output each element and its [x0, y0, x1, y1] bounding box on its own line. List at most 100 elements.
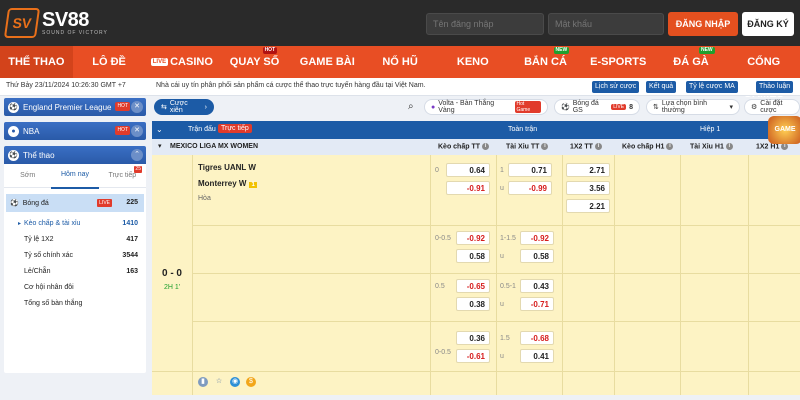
- sidebar-league-epl[interactable]: ⚽ England Premier League HOT ✕: [4, 98, 146, 116]
- info-icon: i: [666, 143, 674, 150]
- basketball-icon: ●: [8, 125, 19, 137]
- odds-cell[interactable]: -0.65: [456, 279, 490, 293]
- card-badge: 1: [249, 182, 257, 188]
- market-item[interactable]: Cơ hội nhân đôi: [4, 279, 146, 295]
- discussion-button[interactable]: Thảo luận: [756, 81, 794, 93]
- info-icon: i: [781, 143, 789, 150]
- match-period: 2H 1': [163, 284, 181, 291]
- sidebar-league-nba[interactable]: ● NBA HOT ✕: [4, 122, 146, 140]
- settings-button[interactable]: ⚙ Cài đặt cược: [744, 99, 800, 115]
- live-badge: LIVE: [97, 199, 112, 207]
- odds-cell[interactable]: 0.58: [520, 249, 554, 263]
- odds-cell[interactable]: -0.92: [456, 231, 490, 245]
- close-icon[interactable]: ✕: [131, 125, 143, 137]
- odds-cell[interactable]: 2.21: [566, 199, 610, 213]
- football-icon: ⚽: [10, 200, 19, 207]
- parlay-button[interactable]: ⇆ Cược xiên ›: [154, 99, 214, 115]
- bet-history-button[interactable]: Lịch sử cược: [592, 81, 640, 93]
- nav-item-da-ga[interactable]: NEW ĐÁ GÀ: [655, 46, 728, 78]
- hot-badge: HOT: [262, 47, 278, 54]
- market-item[interactable]: Tỷ lệ 1X2 417: [4, 231, 146, 247]
- sports-panel: ⚽ Thể thao ⌃ Sớm Hôm nay Trực tiếp 25 ⚽ B…: [4, 146, 146, 373]
- login-button[interactable]: ĐĂNG NHẬP: [668, 12, 738, 36]
- market-item[interactable]: ▸ Kèo chấp & tài xỉu 1410: [4, 215, 146, 231]
- tab-live[interactable]: Trực tiếp 25: [99, 164, 146, 188]
- odds-cell[interactable]: -0.71: [520, 297, 554, 311]
- nav-item-lo-de[interactable]: LÔ ĐỀ: [73, 46, 146, 78]
- odds-cell[interactable]: 0.36: [456, 331, 490, 345]
- football-gs-button[interactable]: ⚽ Bóng đá GS LIVE 8: [554, 99, 640, 115]
- password-input[interactable]: [548, 13, 664, 35]
- logo[interactable]: SV SV88 SOUND OF VICTORY: [3, 6, 108, 40]
- brand-tagline: SOUND OF VICTORY: [42, 30, 108, 36]
- nav-item-quay-so[interactable]: HOT QUAY SỐ: [218, 46, 291, 78]
- odds-cell[interactable]: -0.61: [456, 349, 490, 363]
- odds-cell[interactable]: -0.92: [520, 231, 554, 245]
- username-input[interactable]: [426, 13, 544, 35]
- register-button[interactable]: ĐĂNG KÝ: [742, 12, 794, 36]
- tab-today[interactable]: Hôm nay: [51, 163, 99, 189]
- nav-item-ban-ca[interactable]: NEW BẮN CÁ: [509, 46, 582, 78]
- arrow-icon: ▸: [18, 220, 22, 227]
- hdp-line: 0.5: [435, 283, 445, 290]
- info-icon: i: [594, 143, 602, 150]
- stats-icon[interactable]: ▮: [198, 377, 208, 387]
- ou-under-label: u: [500, 301, 504, 308]
- odds-type-select[interactable]: Tỷ lệ cược MA: [686, 81, 738, 93]
- info-icon: i: [482, 143, 490, 150]
- nav-item-the-thao[interactable]: THỂ THAO: [0, 46, 73, 78]
- odds-cell[interactable]: -0.99: [508, 181, 552, 195]
- chevron-down-icon[interactable]: ▾: [158, 142, 162, 150]
- home-team: Tigres UANL W: [198, 163, 256, 172]
- ou-under-label: u: [500, 185, 504, 192]
- collapse-all-icon[interactable]: ⌄: [156, 125, 163, 134]
- sort-select[interactable]: ⇅ Lựa chọn bình thường ▾: [646, 99, 740, 115]
- promo-game-icon[interactable]: GAME: [768, 116, 800, 144]
- live-badge: LIVE: [611, 104, 627, 110]
- tab-early[interactable]: Sớm: [4, 164, 51, 188]
- odds-cell[interactable]: -0.91: [446, 181, 490, 195]
- sports-header[interactable]: ⚽ Thể thao ⌃: [4, 146, 146, 164]
- brand-name: SV88: [42, 9, 89, 31]
- main-nav: THỂ THAO LÔ ĐỀ LIVE CASINO HOT QUAY SỐ GAM…: [0, 46, 800, 100]
- filter-bar: ⇆ Cược xiên › ⌕ ● Volta - Bàn Thắng Vàng Hot…: [152, 98, 800, 116]
- nav-item-game-bai[interactable]: GAME BÀI: [291, 46, 364, 78]
- nav-item-cong-games[interactable]: CỔNG GAMES: [727, 46, 800, 100]
- volta-game-button[interactable]: ● Volta - Bàn Thắng Vàng Hot Game: [424, 99, 548, 115]
- odds-cell[interactable]: 0.38: [456, 297, 490, 311]
- nav-item-no-hu[interactable]: NỔ HŨ: [364, 46, 437, 78]
- star-icon[interactable]: ☆: [214, 377, 224, 387]
- volta-icon: ●: [431, 103, 436, 111]
- odds-cell[interactable]: 0.41: [520, 349, 554, 363]
- chevron-down-icon: ▾: [729, 104, 733, 111]
- nav-item-keno[interactable]: KENO: [436, 46, 509, 78]
- live-badge: LIVE: [150, 58, 169, 67]
- odds-cell[interactable]: 3.56: [566, 181, 610, 195]
- ou-line: 1: [500, 167, 504, 174]
- market-item[interactable]: Tổng số bàn thắng: [4, 295, 146, 311]
- close-icon[interactable]: ✕: [131, 101, 143, 113]
- collapse-icon[interactable]: ⌃: [131, 149, 143, 161]
- coin-icon[interactable]: $: [246, 377, 256, 387]
- match-score: 0 - 0: [161, 268, 182, 279]
- nav-item-casino[interactable]: LIVE CASINO: [145, 46, 218, 78]
- datetime: Thứ Bảy 23/11/2024 10:26:30 GMT +7: [6, 82, 126, 89]
- league-name: MEXICO LIGA MX WOMEN: [170, 143, 259, 150]
- nav-item-e-sports[interactable]: E-SPORTS: [582, 46, 655, 78]
- odds-cell[interactable]: 2.71: [566, 163, 610, 177]
- odds-cell[interactable]: 0.58: [456, 249, 490, 263]
- video-icon[interactable]: ◉: [230, 377, 240, 387]
- odds-cell[interactable]: 0.43: [520, 279, 554, 293]
- odds-cell[interactable]: -0.68: [520, 331, 554, 345]
- odds-cell[interactable]: 0.71: [508, 163, 552, 177]
- sport-row-football[interactable]: ⚽ Bóng đá LIVE 225: [6, 194, 144, 212]
- search-icon[interactable]: ⌕: [408, 101, 414, 112]
- market-item[interactable]: Lẻ/Chẵn 163: [4, 263, 146, 279]
- results-button[interactable]: Kết quả: [646, 81, 677, 93]
- live-badge: Trực tiếp: [218, 124, 252, 133]
- odds-cell[interactable]: 0.64: [446, 163, 490, 177]
- col-ou-ft: Tài Xỉu TT i: [506, 143, 549, 150]
- market-item[interactable]: Tỷ số chính xác 3544: [4, 247, 146, 263]
- sidebar: ⚽ England Premier League HOT ✕ ● NBA HOT…: [4, 98, 146, 373]
- col-hdp-h1: Kèo chấp H1 i: [622, 143, 674, 150]
